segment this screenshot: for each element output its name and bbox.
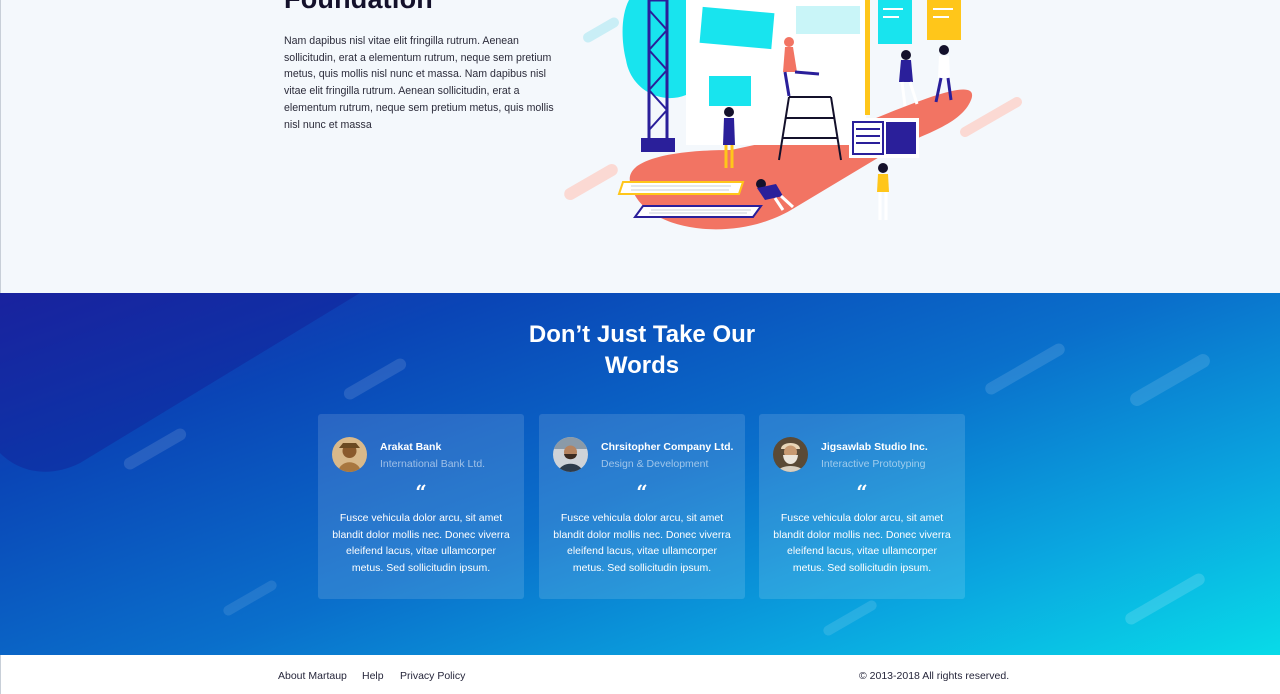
avatar	[332, 437, 367, 472]
testimonial-quote: Fusce vehicula dolor arcu, sit amet blan…	[553, 512, 731, 574]
quote-icon: “	[415, 480, 427, 504]
company-name: Arakat Bank	[380, 441, 442, 453]
team-building-illustration	[564, 0, 1022, 230]
quote-icon: “	[856, 480, 868, 504]
avatar	[553, 437, 588, 472]
avatar	[773, 437, 808, 472]
footer-link-about[interactable]: About Martaup	[278, 670, 347, 682]
testimonial-quote: Fusce vehicula dolor arcu, sit amet blan…	[332, 512, 510, 574]
testimonial-card: Jigsawlab Studio Inc. Interactive Protot…	[759, 414, 965, 599]
company-name: Jigsawlab Studio Inc.	[821, 441, 928, 453]
testimonials-section: Don’t Just Take Our Words Arakat Bank In…	[0, 293, 1280, 655]
company-name: Chrsitopher Company Ltd.	[601, 441, 734, 453]
testimonials-heading: Don’t Just Take Our Words	[528, 321, 756, 379]
quote-icon: “	[636, 480, 648, 504]
testimonial-quote: Fusce vehicula dolor arcu, sit amet blan…	[773, 512, 951, 574]
footer-link-help[interactable]: Help	[362, 670, 384, 682]
testimonial-card: Arakat Bank International Bank Ltd. “ Fu…	[318, 414, 524, 599]
feature-section: Foundation Nam dapibus nisl vitae elit f…	[0, 0, 1280, 293]
company-role: International Bank Ltd.	[380, 458, 486, 470]
site-footer: About Martaup Help Privacy Policy © 2013…	[0, 655, 1280, 694]
testimonial-card: Chrsitopher Company Ltd. Design & Develo…	[539, 414, 745, 599]
company-role: Interactive Prototyping	[821, 458, 926, 470]
company-role: Design & Development	[601, 458, 709, 470]
feature-title: Foundation	[284, 0, 433, 15]
copyright-text: © 2013-2018 All rights reserved.	[859, 670, 1010, 682]
feature-paragraph: Nam dapibus nisl vitae elit fringilla ru…	[284, 35, 554, 131]
footer-link-privacy[interactable]: Privacy Policy	[400, 670, 465, 682]
